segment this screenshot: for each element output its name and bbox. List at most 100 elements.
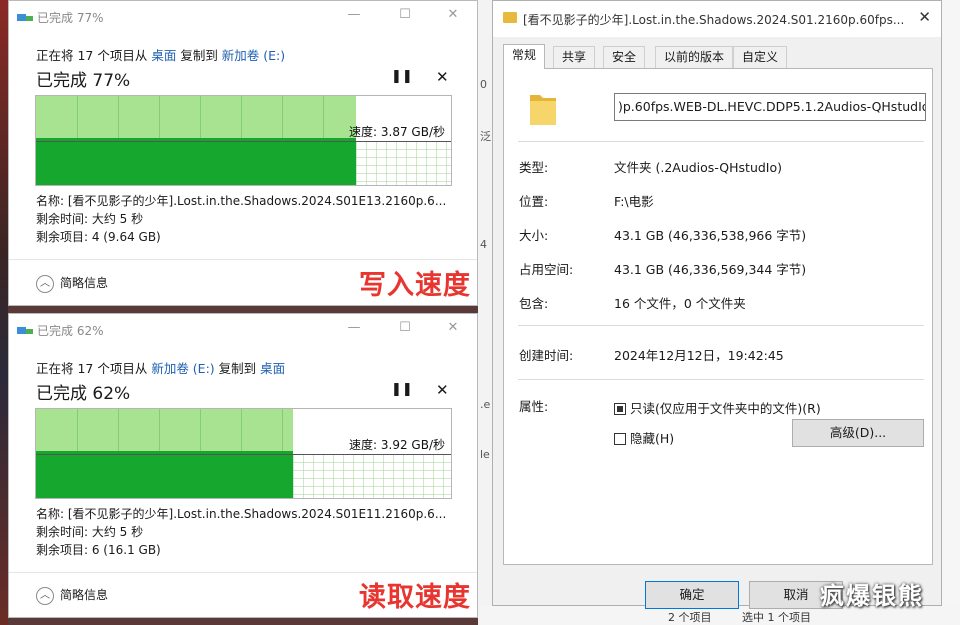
- close-button[interactable]: ✕: [443, 320, 463, 335]
- checkbox-empty-icon: [614, 433, 626, 445]
- graph-gridline: [159, 409, 160, 451]
- graph-gridline: [77, 409, 78, 451]
- chevron-up-icon: ︿: [36, 274, 54, 293]
- maximize-button[interactable]: ☐: [395, 7, 415, 22]
- background-window-strip: 0 泛 4 .e le: [478, 0, 492, 625]
- window-title: 已完成 77%: [37, 11, 104, 25]
- tab-security[interactable]: 安全: [603, 46, 646, 68]
- disk-size-label: 占用空间:: [519, 262, 574, 277]
- tab-previous-versions[interactable]: 以前的版本: [655, 46, 734, 68]
- created-value: 2024年12月12日，19:42:45: [614, 348, 784, 363]
- checkbox-indeterminate-icon: [614, 403, 626, 415]
- percent-complete: 已完成 62%: [36, 384, 131, 404]
- caption-read-speed: 读取速度: [359, 582, 471, 613]
- status-item-count: 2 个项目: [668, 611, 712, 624]
- created-label: 创建时间:: [519, 348, 574, 363]
- graph-gridline: [118, 409, 119, 451]
- type-label: 类型:: [519, 160, 549, 175]
- minimize-button[interactable]: —: [344, 320, 364, 335]
- graph-gridline: [159, 96, 160, 138]
- size-label: 大小:: [519, 228, 549, 243]
- graph-gridline: [200, 409, 201, 451]
- fewer-details-toggle[interactable]: ︿ 简略信息: [36, 274, 108, 293]
- graph-gridline: [77, 96, 78, 138]
- pause-button[interactable]: ❚❚: [391, 69, 413, 84]
- cancel-copy-button[interactable]: ✕: [436, 381, 449, 399]
- source-link[interactable]: 新加卷 (E:): [151, 361, 214, 376]
- folder-icon: [530, 95, 556, 125]
- details: 名称: [看不见影子的少年].Lost.in.the.Shadows.2024.…: [36, 192, 446, 246]
- tab-customize[interactable]: 自定义: [733, 46, 788, 68]
- folder-name-input[interactable]: )p.60fps.WEB-DL.HEVC.DDP5.1.2Audios-QHst…: [614, 93, 926, 121]
- window-title: [看不见影子的少年].Lost.in.the.Shadows.2024.S01.…: [523, 13, 905, 27]
- size-value: 43.1 GB (46,336,538,966 字节): [614, 228, 807, 243]
- contains-value: 16 个文件，0 个文件夹: [614, 296, 746, 311]
- remaining-grid: [356, 141, 451, 185]
- percent-complete: 已完成 77%: [36, 71, 131, 91]
- copy-progress-icon: [17, 327, 33, 334]
- copy-progress-icon: [17, 14, 33, 21]
- folder-properties-dialog: [看不见影子的少年].Lost.in.the.Shadows.2024.S01.…: [492, 0, 942, 609]
- file-name: 名称: [看不见影子的少年].Lost.in.the.Shadows.2024.…: [36, 194, 447, 208]
- transfer-speed-graph: 速度: 3.87 GB/秒: [35, 95, 452, 186]
- type-value: 文件夹 (.2Audios-QHstudIo): [614, 160, 783, 175]
- speed-area: [36, 138, 356, 185]
- graph-gridline: [241, 96, 242, 138]
- graph-gridline: [241, 409, 242, 451]
- ok-button[interactable]: 确定: [645, 581, 739, 609]
- location-label: 位置:: [519, 194, 549, 209]
- status-selected-count: 选中 1 个项目: [742, 611, 811, 624]
- cancel-copy-button[interactable]: ✕: [436, 68, 449, 86]
- tab-sharing[interactable]: 共享: [553, 46, 596, 68]
- items-remaining: 剩余项目: 6 (16.1 GB): [36, 543, 161, 557]
- copy-description: 正在将 17 个项目从 桌面 复制到 新加卷 (E:): [36, 48, 286, 63]
- readonly-checkbox[interactable]: 只读(仅应用于文件夹中的文件)(R): [614, 398, 821, 417]
- speed-label: 速度: 3.92 GB/秒: [349, 438, 445, 452]
- close-button[interactable]: ✕: [443, 7, 463, 22]
- copy-dialog-write: 已完成 77% — ☐ ✕ 正在将 17 个项目从 桌面 复制到 新加卷 (E:…: [8, 0, 478, 306]
- graph-gridline: [118, 96, 119, 138]
- destination-link[interactable]: 桌面: [260, 361, 285, 376]
- close-button[interactable]: ✕: [918, 8, 931, 26]
- pause-button[interactable]: ❚❚: [391, 382, 413, 397]
- maximize-button[interactable]: ☐: [395, 320, 415, 335]
- transfer-speed-graph: 速度: 3.92 GB/秒: [35, 408, 452, 499]
- remaining-grid: [293, 454, 451, 498]
- minimize-button[interactable]: —: [344, 7, 364, 22]
- background-window-strip-right: [942, 0, 960, 625]
- contains-label: 包含:: [519, 296, 549, 311]
- details: 名称: [看不见影子的少年].Lost.in.the.Shadows.2024.…: [36, 505, 446, 559]
- caption-write-speed: 写入速度: [359, 270, 471, 301]
- speed-area: [36, 451, 293, 498]
- title-bar: 已完成 62% — ☐ ✕: [9, 314, 477, 346]
- location-value: F:\电影: [614, 194, 654, 209]
- graph-gridline: [323, 96, 324, 138]
- copy-dialog-read: 已完成 62% — ☐ ✕ 正在将 17 个项目从 新加卷 (E:) 复制到 桌…: [8, 313, 478, 618]
- advanced-button[interactable]: 高级(D)...: [792, 419, 924, 447]
- window-title: 已完成 62%: [37, 324, 104, 338]
- copy-description: 正在将 17 个项目从 新加卷 (E:) 复制到 桌面: [36, 361, 286, 376]
- graph-gridline: [282, 409, 283, 451]
- source-link[interactable]: 桌面: [151, 48, 176, 63]
- file-name: 名称: [看不见影子的少年].Lost.in.the.Shadows.2024.…: [36, 507, 447, 521]
- hidden-checkbox[interactable]: 隐藏(H): [614, 428, 674, 447]
- items-remaining: 剩余项目: 4 (9.64 GB): [36, 230, 161, 244]
- chevron-up-icon: ︿: [36, 586, 54, 605]
- graph-gridline: [200, 96, 201, 138]
- current-speed-line: [36, 141, 451, 142]
- folder-icon: [503, 12, 517, 23]
- title-bar: 已完成 77% — ☐ ✕: [9, 1, 477, 33]
- attributes-label: 属性:: [519, 399, 549, 414]
- disk-size-value: 43.1 GB (46,336,569,344 字节): [614, 262, 807, 277]
- general-panel: )p.60fps.WEB-DL.HEVC.DDP5.1.2Audios-QHst…: [503, 68, 933, 565]
- destination-link[interactable]: 新加卷 (E:): [222, 48, 285, 63]
- tab-general[interactable]: 常规: [503, 44, 546, 69]
- speed-label: 速度: 3.87 GB/秒: [349, 125, 445, 139]
- time-remaining: 剩余时间: 大约 5 秒: [36, 212, 144, 226]
- time-remaining: 剩余时间: 大约 5 秒: [36, 525, 144, 539]
- graph-gridline: [282, 96, 283, 138]
- fewer-details-toggle[interactable]: ︿ 简略信息: [36, 586, 108, 605]
- current-speed-line: [36, 454, 451, 455]
- desktop-background-strip: [0, 0, 8, 625]
- watermark-text: 疯爆银熊: [820, 582, 924, 610]
